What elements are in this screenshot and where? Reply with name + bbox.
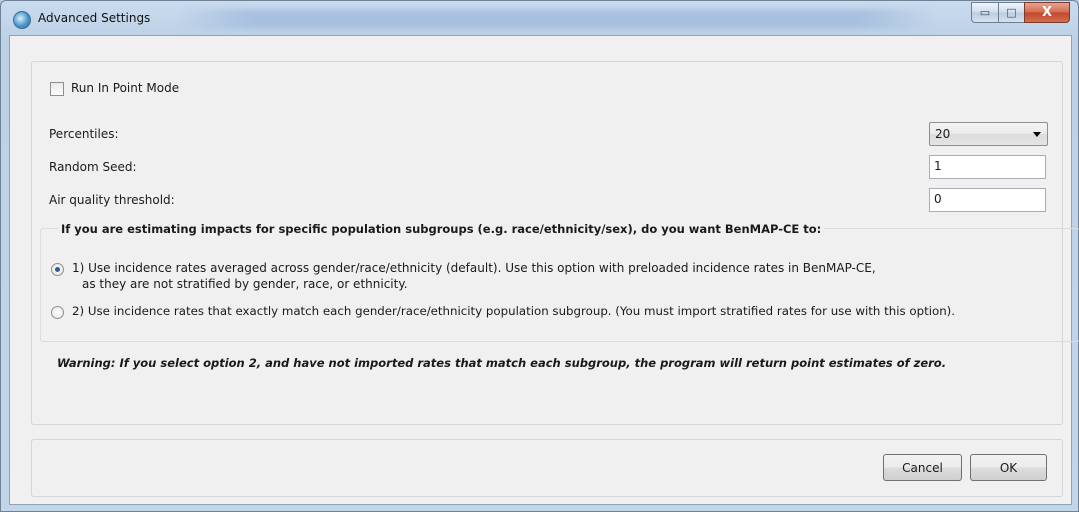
dialog-client-area: Run In Point Mode Percentiles: 20 Random… [9, 35, 1079, 505]
percentiles-dropdown[interactable]: 20 [929, 122, 1048, 146]
title-bar[interactable]: Advanced Settings ▭ □ X [1, 1, 1078, 35]
percentiles-label: Percentiles: [49, 127, 119, 141]
option2-label[interactable]: 2) Use incidence rates that exactly matc… [72, 304, 955, 318]
run-point-mode-checkbox[interactable] [50, 82, 64, 96]
maximize-icon: □ [1006, 6, 1017, 19]
close-icon: X [1041, 5, 1053, 20]
random-seed-input[interactable] [930, 156, 1042, 176]
air-quality-threshold-label: Air quality threshold: [49, 193, 175, 207]
minimize-icon: ▭ [979, 6, 991, 19]
random-seed-label: Random Seed: [49, 160, 137, 174]
random-seed-field-frame [929, 155, 1046, 179]
air-quality-threshold-field-frame [929, 188, 1046, 212]
maximize-button[interactable]: □ [998, 2, 1024, 23]
close-button[interactable]: X [1024, 2, 1070, 23]
minimize-button[interactable]: ▭ [971, 2, 998, 23]
percentiles-value: 20 [935, 127, 951, 141]
window-controls: ▭ □ X [971, 2, 1070, 23]
air-quality-threshold-input[interactable] [930, 189, 1042, 209]
run-point-mode-label[interactable]: Run In Point Mode [71, 81, 179, 95]
background-window-blur [176, 9, 936, 29]
window-title: Advanced Settings [38, 11, 151, 25]
subgroup-question: If you are estimating impacts for specif… [58, 222, 825, 236]
option2-radio[interactable] [51, 306, 64, 319]
advanced-settings-window: Advanced Settings ▭ □ X Run In Point Mod… [0, 0, 1079, 512]
option1-label-line2[interactable]: as they are not stratified by gender, ra… [82, 277, 408, 291]
benmap-globe-icon [13, 11, 31, 29]
option1-radio[interactable] [51, 263, 64, 276]
cancel-button[interactable]: Cancel [883, 454, 962, 481]
ok-button[interactable]: OK [970, 454, 1047, 481]
chevron-down-icon [1033, 132, 1041, 137]
option1-label-line1[interactable]: 1) Use incidence rates averaged across g… [72, 261, 876, 275]
warning-text: Warning: If you select option 2, and hav… [57, 356, 947, 370]
